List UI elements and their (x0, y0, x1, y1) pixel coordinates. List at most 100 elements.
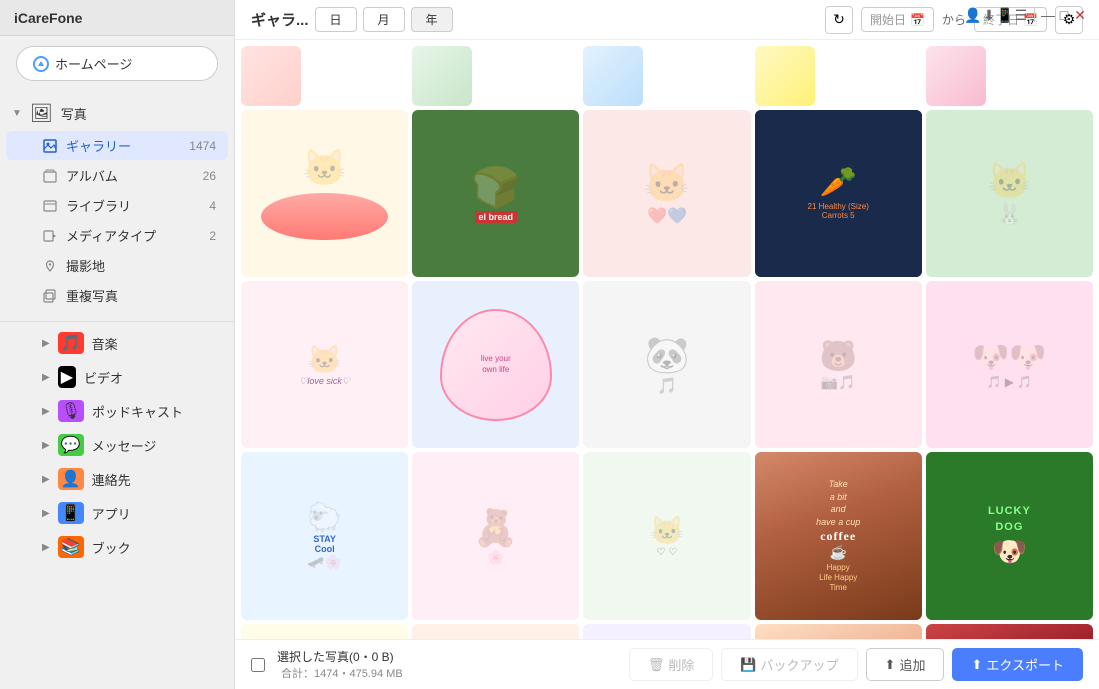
contact-arrow-icon: ▶ (42, 474, 50, 485)
book-label: ブック (92, 538, 131, 557)
gallery-item-partial-3[interactable] (583, 46, 643, 106)
gallery-item-14[interactable]: Takea bitandhave a cup coffee ☕ HappyLif… (755, 452, 922, 619)
gallery-item-15[interactable]: LUCKYDOG 🐶 (926, 452, 1093, 619)
gallery-item-9[interactable]: 🐻 📷🎵 (755, 281, 922, 448)
music-arrow-icon: ▶ (42, 338, 50, 349)
sidebar-item-duplicate[interactable]: 重複写真 (6, 281, 228, 310)
gallery-placeholder-4: 🥕 21 Healthy (Size)Carrots 5 (755, 110, 922, 277)
phone-icon-btn[interactable]: 📱 (998, 8, 1012, 22)
gallery-placeholder-3: 🐱 ❤️💙 (583, 110, 750, 277)
gallery-icon (42, 138, 58, 154)
gallery-placeholder-10: 🐶🐶 🎵 ▶ 🎵 (926, 281, 1093, 448)
sidebar-item-music[interactable]: ▶ 🎵 音楽 (6, 327, 228, 359)
gallery-item-11[interactable]: 🐑 STAYCool 🛹🌸 (241, 452, 408, 619)
start-date-input[interactable]: 開始日 📅 (861, 7, 934, 32)
add-button[interactable]: ⬆ 追加 (866, 648, 945, 681)
contact-label: 連絡先 (92, 470, 131, 489)
gallery-item-5[interactable]: 🐱 🐰 (926, 110, 1093, 277)
home-circle-icon (33, 56, 49, 72)
sidebar-item-location[interactable]: 撮影地 (6, 251, 228, 280)
sidebar-item-mediatype[interactable]: メディアタイプ 2 (6, 221, 228, 250)
start-date-placeholder: 開始日 (870, 11, 906, 28)
gallery-placeholder-12: 🧸 🌸 (412, 452, 579, 619)
gallery-item-18[interactable]: LOVE 🐱 (583, 624, 750, 639)
gallery-item-13[interactable]: 🐱 ♡ ♡ (583, 452, 750, 619)
sidebar-item-album[interactable]: アルバム 26 (6, 161, 228, 190)
gallery-item-7[interactable]: live yourown life (412, 281, 579, 448)
add-label: 追加 (899, 655, 925, 674)
app-label: アプリ (92, 504, 131, 523)
close-button[interactable]: ✕ (1073, 8, 1087, 22)
gallery-item-partial-2[interactable] (412, 46, 472, 106)
sidebar-item-video[interactable]: ▶ ▶ ビデオ (6, 361, 228, 393)
gallery-grid: 🐱 🍞 el bread 🐱 ❤️💙 (241, 110, 1093, 639)
gallery-item-12[interactable]: 🧸 🌸 (412, 452, 579, 619)
app-header: iCareFone (0, 0, 234, 36)
bottombar: 選択した写真(0・0 B) 合計：1474・475.94 MB 🗑 削除 💾 バ… (235, 639, 1099, 689)
minimize-button[interactable]: — (1041, 8, 1055, 22)
photos-label: 写真 (61, 104, 87, 123)
photos-section: ▼ 🖼 写真 ギャラリー 1474 アルバム 26 (0, 91, 234, 317)
gallery-item-10[interactable]: 🐶🐶 🎵 ▶ 🎵 (926, 281, 1093, 448)
gallery-item-19[interactable]: 👩 portrait (755, 624, 922, 639)
message-arrow-icon: ▶ (42, 440, 50, 451)
photos-arrow-icon: ▼ (12, 108, 22, 119)
gallery-item-6[interactable]: 🐱 ♡love sick♡ (241, 281, 408, 448)
mediatype-count: 2 (209, 229, 216, 243)
download-icon-btn[interactable]: ⬇ (982, 8, 996, 22)
maximize-button[interactable]: □ (1057, 8, 1071, 22)
gallery-item-partial-5[interactable] (926, 46, 986, 106)
gallery-label: ギャラリー (66, 136, 131, 155)
location-icon (42, 258, 58, 274)
select-info: 選択した写真(0・0 B) 合計：1474・475.94 MB (277, 648, 403, 681)
message-app-icon: 💬 (58, 434, 84, 456)
gallery-item-partial-1[interactable] (241, 46, 301, 106)
library-icon (42, 198, 58, 214)
duplicate-icon (42, 288, 58, 304)
topbar-left: ギャラ... 日 月 年 (251, 7, 453, 32)
export-button[interactable]: ⬆ エクスポート (952, 648, 1083, 681)
add-icon: ⬆ (885, 657, 896, 673)
gallery-item-8[interactable]: 🐼 🎵 (583, 281, 750, 448)
album-icon (42, 168, 58, 184)
sidebar-item-library[interactable]: ライブラリ 4 (6, 191, 228, 220)
select-all-checkbox[interactable] (251, 658, 265, 672)
sidebar-item-contact[interactable]: ▶ 👤 連絡先 (6, 463, 228, 495)
gallery-placeholder-17: cuteday 🐻 (412, 624, 579, 639)
podcast-label: ポッドキャスト (92, 402, 183, 421)
backup-button[interactable]: 💾 バックアップ (721, 648, 857, 681)
gallery-item-3[interactable]: 🐱 ❤️💙 (583, 110, 750, 277)
gallery-scroll[interactable]: 🐱 🍞 el bread 🐱 ❤️💙 (235, 40, 1099, 639)
location-label: 撮影地 (66, 256, 105, 275)
delete-button[interactable]: 🗑 削除 (629, 648, 714, 681)
gallery-title: ギャラ... (251, 9, 309, 30)
gallery-item-16[interactable]: GoodLuck🍒 🍒 (241, 624, 408, 639)
gallery-item-1[interactable]: 🐱 (241, 110, 408, 277)
tab-day[interactable]: 日 (315, 7, 357, 32)
refresh-button[interactable]: ↻ (825, 6, 853, 34)
gallery-item-20[interactable]: 🌲🌲 (926, 624, 1093, 639)
photos-group-header[interactable]: ▼ 🖼 写真 (0, 97, 234, 130)
book-app-icon: 📚 (58, 536, 84, 558)
home-button[interactable]: ホームページ (16, 46, 218, 81)
sidebar-item-message[interactable]: ▶ 💬 メッセージ (6, 429, 228, 461)
gallery-item-4[interactable]: 🥕 21 Healthy (Size)Carrots 5 (755, 110, 922, 277)
gallery-item-17[interactable]: cuteday 🐻 (412, 624, 579, 639)
sidebar-item-book[interactable]: ▶ 📚 ブック (6, 531, 228, 563)
gallery-placeholder-8: 🐼 🎵 (583, 281, 750, 448)
person-icon-btn[interactable]: 👤 (966, 8, 980, 22)
sidebar-item-podcast[interactable]: ▶ 🎙 ポッドキャスト (6, 395, 228, 427)
music-app-icon: 🎵 (58, 332, 84, 354)
sidebar-item-gallery[interactable]: ギャラリー 1474 (6, 131, 228, 160)
menu-icon-btn[interactable]: ☰ (1014, 8, 1028, 22)
gallery-placeholder-5: 🐱 🐰 (926, 110, 1093, 277)
album-count: 26 (203, 169, 216, 183)
gallery-placeholder-6: 🐱 ♡love sick♡ (241, 281, 408, 448)
tab-year[interactable]: 年 (411, 7, 453, 32)
tab-month[interactable]: 月 (363, 7, 405, 32)
refresh-icon: ↻ (833, 11, 845, 28)
gallery-item-2[interactable]: 🍞 el bread (412, 110, 579, 277)
gallery-item-partial-4[interactable] (755, 46, 815, 106)
sidebar-item-app[interactable]: ▶ 📱 アプリ (6, 497, 228, 529)
calendar-start-icon: 📅 (910, 13, 925, 27)
